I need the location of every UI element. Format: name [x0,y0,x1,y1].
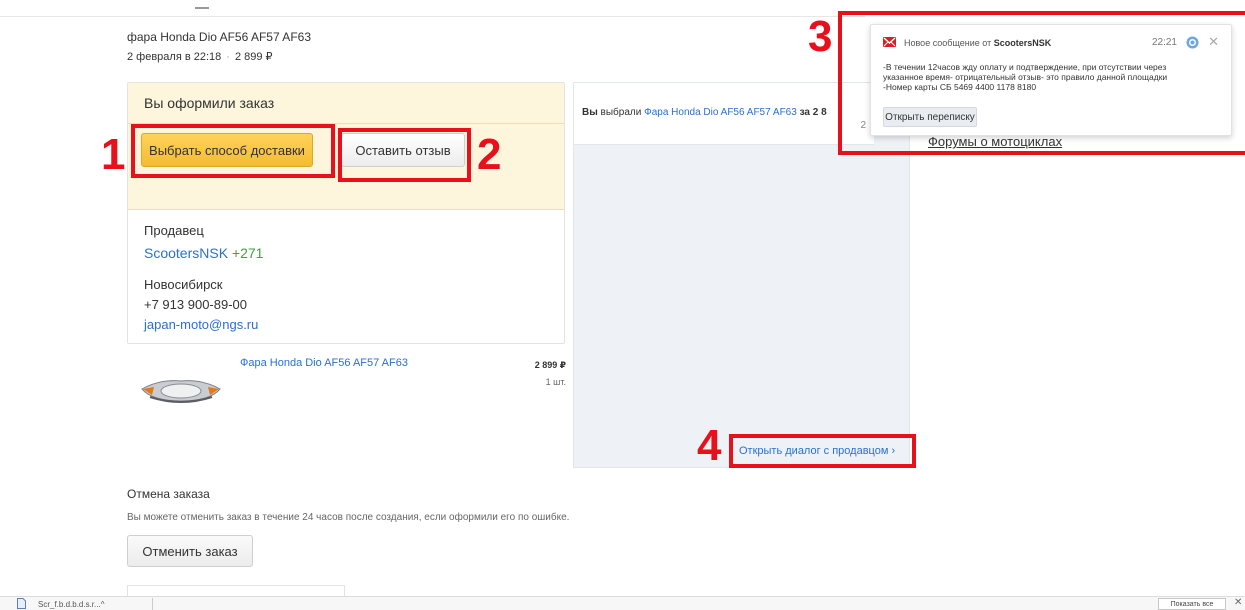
order-item-title: фара Honda Dio AF56 AF57 AF63 [127,30,311,44]
product-quantity: 1 шт. [545,377,566,387]
cut-off-heading [195,3,219,13]
seller-email-link[interactable]: japan-moto@ngs.ru [144,317,258,332]
close-downloads-icon[interactable]: ✕ [1234,597,1242,608]
annotation-number-4: 4 [697,421,722,470]
meta-separator: · [226,51,230,63]
order-price: 2 899 ₽ [234,51,273,63]
annotation-box-2 [338,128,471,182]
seller-name: ScootersNSK [144,245,229,261]
chat-product-link[interactable]: Фара Honda Dio AF56 AF57 AF63 [644,107,797,118]
order-status-title: Вы оформили заказ [144,95,275,111]
seller-label: Продавец [144,223,204,238]
show-all-downloads-button[interactable]: Показать все [1158,598,1226,610]
cancel-order-description: Вы можете отменить заказ в течение 24 ча… [127,512,570,523]
order-meta: 2 февраля в 22:18 · 2 899 ₽ [127,50,273,63]
top-divider [0,16,865,17]
seller-rating: +271 [231,245,264,261]
seller-city: Новосибирск [144,277,223,292]
annotation-box-3 [838,11,1245,155]
chat-message-price: за 2 8 [799,107,827,118]
order-date: 2 февраля в 22:18 [127,51,222,63]
annotation-box-1 [131,124,335,178]
seller-phone: +7 913 900-89-00 [144,297,248,312]
annotation-number-3: 3 [808,12,833,61]
cancel-order-button[interactable]: Отменить заказ [127,535,253,567]
annotation-number-1: 1 [101,130,126,179]
headlight-image[interactable] [140,375,222,409]
annotation-number-2: 2 [477,130,502,179]
product-price: 2 899 ₽ [534,360,566,370]
chat-message-verb: выбрали [600,107,642,118]
chat-message-text: Вы выбрали Фара Honda Dio AF56 AF57 AF63… [582,107,827,118]
cancel-order-title: Отмена заказа [127,487,210,501]
seller-profile-link[interactable]: ScootersNSK +271 [144,245,263,261]
annotation-box-4 [729,434,916,468]
chat-message-you: Вы [582,107,598,118]
download-file-name[interactable]: Scr_f.b.d.b.d.s.r...^ [38,600,104,609]
downloads-bar: Scr_f.b.d.b.d.s.r...^ Показать все ✕ [0,596,1245,610]
downloads-separator [152,598,153,610]
product-link[interactable]: Фара Honda Dio AF56 AF57 AF63 [240,357,408,369]
order-card: Вы оформили заказ Выбрать способ доставк… [127,82,565,344]
file-icon [17,598,26,609]
chat-message: Вы выбрали Фара Honda Dio AF56 AF57 AF63… [574,83,874,145]
